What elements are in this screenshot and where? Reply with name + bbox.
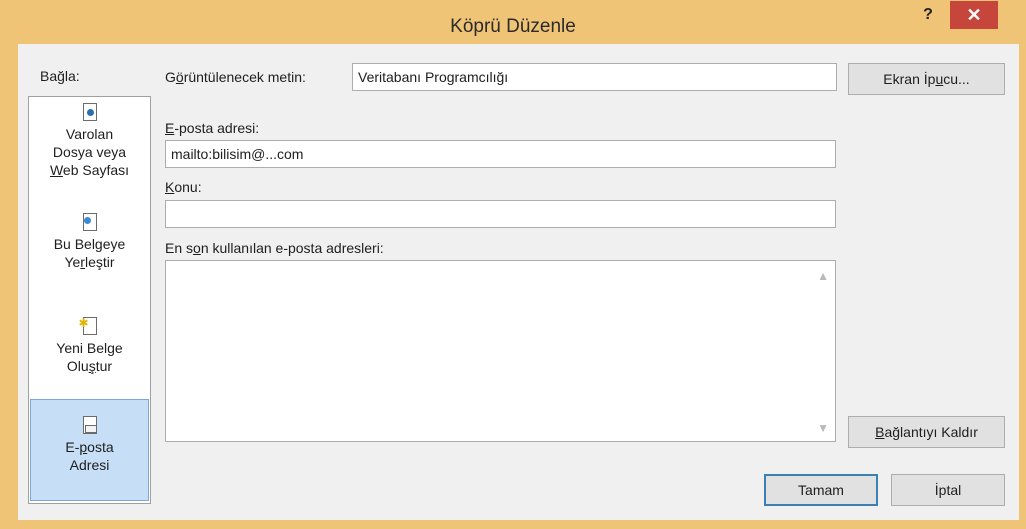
- link-email-line1-post: osta: [87, 439, 114, 455]
- email-address-icon: [81, 416, 99, 436]
- link-existing-file-line1: Varolan: [65, 126, 114, 142]
- recent-label-post: n kullanılan e-posta adresleri:: [200, 240, 384, 256]
- accel-key: p: [79, 439, 88, 455]
- existing-file-icon: [81, 103, 99, 123]
- recent-addresses-list[interactable]: ▲ ▼: [165, 260, 836, 442]
- display-text-label-post: rüntülenecek metin:: [183, 69, 306, 85]
- subject-label: Konu:: [165, 179, 202, 195]
- accel-key: ş: [88, 358, 96, 374]
- link-place-in-document[interactable]: Bu Belgeye Yerleştir: [30, 213, 149, 293]
- link-new-line1: Yeni Belge: [56, 340, 123, 356]
- subject-input[interactable]: [165, 200, 836, 228]
- link-email-line1-pre: E-: [65, 439, 80, 455]
- screentip-button[interactable]: Ekran İpucu...: [848, 63, 1005, 95]
- link-to-bar: Varolan Dosya veya Web Sayfası Bu Belgey…: [28, 96, 151, 504]
- link-email-address[interactable]: E-posta Adresi: [30, 399, 149, 501]
- accel-key: E: [165, 120, 175, 136]
- display-text-input[interactable]: [352, 63, 837, 91]
- link-new-line2-pre: Olu: [66, 358, 89, 374]
- close-icon[interactable]: ✕: [966, 5, 981, 25]
- accel-key: W: [49, 162, 63, 178]
- new-document-icon: ✱: [79, 316, 99, 337]
- cancel-button[interactable]: İptal: [891, 474, 1005, 506]
- link-existing-file-line2: Dosya veya: [52, 144, 127, 160]
- subject-label-rest: onu:: [174, 179, 202, 195]
- link-existing-file-line3: Web Sayfası: [30, 161, 149, 179]
- email-address-input[interactable]: [165, 140, 836, 168]
- remove-link-button[interactable]: Bağlantıyı Kaldır: [848, 416, 1005, 448]
- display-text-label: Görüntülenecek metin:: [165, 69, 306, 85]
- link-new-line2: Oluştur: [30, 357, 149, 375]
- scroll-down-icon[interactable]: ▼: [817, 421, 829, 435]
- remove-link-button-rest: ağlantıyı Kaldır: [884, 424, 978, 440]
- dialog-window: Köprü Düzenle ? ✕ Bağla: Varolan Dosya v…: [0, 0, 1026, 529]
- link-place-line2-pre: Ye: [64, 254, 81, 270]
- link-existing-file[interactable]: Varolan Dosya veya Web Sayfası: [30, 103, 149, 193]
- dialog-title: Köprü Düzenle: [450, 16, 576, 37]
- place-in-document-icon: [81, 213, 99, 233]
- title-bar[interactable]: Köprü Düzenle ? ✕: [0, 0, 1026, 44]
- help-button[interactable]: ?: [915, 4, 941, 30]
- recent-label-pre: En s: [165, 240, 194, 256]
- recent-addresses-label: En son kullanılan e-posta adresleri:: [165, 240, 384, 256]
- link-email-line2: Adresi: [69, 457, 110, 473]
- link-place-line2: Yerleştir: [30, 253, 149, 271]
- screentip-button-post: cu...: [943, 71, 970, 87]
- link-existing-file-line3-rest: eb Sayfası: [62, 162, 130, 178]
- accel-key: o: [193, 240, 201, 256]
- link-place-line1: Bu Belgeye: [53, 236, 126, 252]
- link-new-line2-post: tur: [95, 358, 113, 374]
- email-address-label: E-posta adresi:: [165, 120, 259, 136]
- link-new-document[interactable]: ✱ Yeni Belge Oluştur: [30, 316, 149, 397]
- close-button[interactable]: ✕: [950, 1, 998, 29]
- ok-button[interactable]: Tamam: [764, 474, 878, 506]
- accel-key: K: [165, 179, 175, 195]
- email-address-label-rest: -posta adresi:: [174, 120, 260, 136]
- dialog-body: Bağla: Varolan Dosya veya Web Sayfası Bu…: [18, 44, 1019, 520]
- link-place-line2-post: leştir: [84, 254, 115, 270]
- display-text-label-pre: G: [165, 69, 176, 85]
- screentip-button-pre: Ekran İp: [883, 71, 936, 87]
- scroll-up-icon[interactable]: ▲: [817, 269, 829, 283]
- link-to-heading: Bağla:: [40, 68, 80, 84]
- accel-key: ö: [175, 69, 184, 85]
- link-email-line1: E-posta: [31, 438, 148, 456]
